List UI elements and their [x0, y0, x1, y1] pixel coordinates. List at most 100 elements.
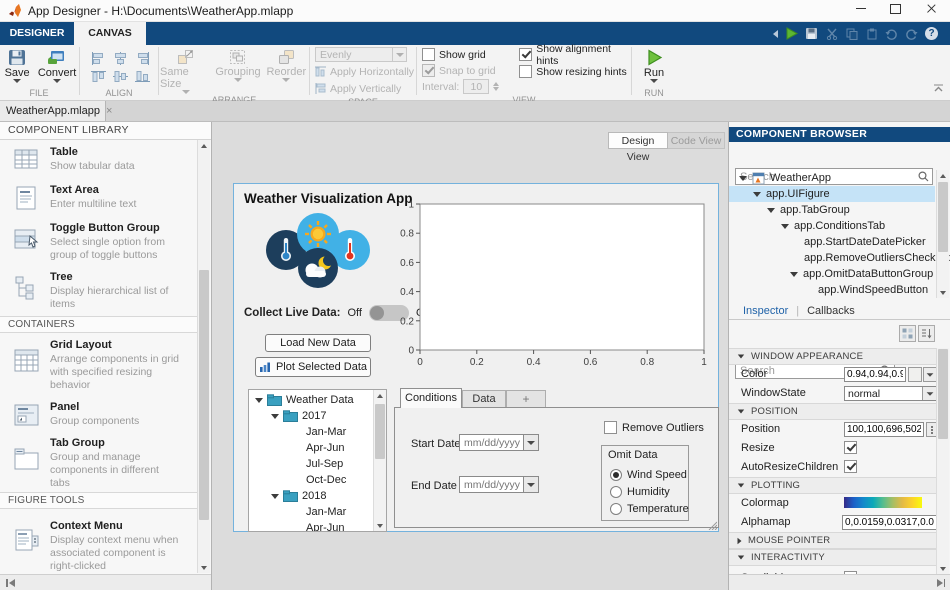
- tree-leaf[interactable]: Jan-Mar: [249, 504, 374, 520]
- align-right-button[interactable]: [131, 50, 153, 66]
- inspector-scrollbar[interactable]: [936, 348, 949, 574]
- radio-button[interactable]: [610, 469, 622, 481]
- maximize-button[interactable]: [878, 0, 912, 17]
- uiaxes[interactable]: 1 0.8 0.6 0.4 0.2 0 0 0.2 0.4 0.6 0.8 1: [400, 198, 718, 370]
- remove-outliers-checkbox[interactable]: [604, 421, 617, 434]
- tab-canvas[interactable]: CANVAS: [74, 22, 146, 45]
- library-item-toggle-button-group[interactable]: Toggle Button Group Select single option…: [0, 222, 196, 262]
- tree-expand-icon[interactable]: [255, 397, 263, 403]
- document-tab[interactable]: WeatherApp.mlapp ×: [0, 101, 112, 121]
- tree-item-conditionstab[interactable]: app.ConditionsTab: [729, 218, 935, 234]
- qat-paste-icon[interactable]: [863, 25, 880, 42]
- scroll-up-button[interactable]: [937, 170, 949, 181]
- scroll-up-button[interactable]: [198, 140, 210, 151]
- close-button[interactable]: [912, 0, 950, 17]
- show-resizing-hints-checkbox[interactable]: [519, 65, 533, 78]
- start-date-input[interactable]: [459, 434, 523, 451]
- library-item-text-area[interactable]: Text Area Enter multiline text: [0, 184, 196, 211]
- tree-scrollbar[interactable]: [373, 390, 386, 531]
- color-swatch[interactable]: [908, 367, 922, 382]
- tree-item-windspeedbutton[interactable]: app.WindSpeedButton: [729, 282, 935, 298]
- tree-expand-icon[interactable]: [790, 271, 798, 277]
- scroll-down-button[interactable]: [937, 287, 949, 298]
- apply-horizontally-button[interactable]: Apply Horizontally: [315, 64, 415, 79]
- load-new-data-button[interactable]: Load New Data: [265, 334, 371, 352]
- evenly-dropdown[interactable]: Evenly: [315, 47, 407, 62]
- tree-node-2017[interactable]: 2017: [249, 408, 374, 424]
- snap-to-grid-checkbox[interactable]: [422, 64, 435, 77]
- tree-leaf[interactable]: Jan-Mar: [249, 424, 374, 440]
- uifigure-canvas[interactable]: Weather Visualization App Collect Live D…: [233, 183, 719, 532]
- autoresizechildren-checkbox[interactable]: [844, 460, 857, 473]
- qat-undo-icon[interactable]: [883, 25, 900, 42]
- grouping-button[interactable]: Grouping: [215, 47, 261, 94]
- library-item-tab-group[interactable]: Tab Group Group and manage components in…: [0, 437, 196, 490]
- qat-expand-left-icon[interactable]: [770, 25, 780, 42]
- color-value-input[interactable]: [844, 367, 906, 382]
- start-date-dropdown-button[interactable]: [523, 434, 539, 451]
- omit-data-button-group[interactable]: Omit Data Wind Speed Humidity Temperatur…: [601, 445, 689, 521]
- windowstate-dropdown[interactable]: normal: [844, 386, 937, 401]
- align-middle-button[interactable]: [109, 69, 131, 85]
- end-date-picker[interactable]: [459, 476, 539, 493]
- minimize-button[interactable]: [844, 0, 878, 17]
- qat-save-button[interactable]: [803, 25, 820, 42]
- library-scrollbar[interactable]: [197, 140, 210, 573]
- tree-expand-icon[interactable]: [271, 413, 279, 419]
- tree-item-omitdatabuttongroup[interactable]: app.OmitDataButtonGroup: [729, 266, 935, 282]
- tab-data[interactable]: Data: [462, 390, 506, 408]
- same-size-button[interactable]: Same Size: [160, 47, 211, 94]
- convert-button[interactable]: Convert: [36, 47, 78, 87]
- scroll-up-button[interactable]: [374, 390, 386, 401]
- browser-tree-scrollbar[interactable]: [936, 170, 949, 298]
- tab-inspector[interactable]: Inspector: [743, 305, 788, 317]
- align-top-button[interactable]: [87, 69, 109, 85]
- design-view-button[interactable]: Design View: [608, 132, 668, 163]
- tree-item-startdatepicker[interactable]: app.StartDateDatePicker: [729, 234, 935, 250]
- radio-wind-speed[interactable]: Wind Speed: [610, 469, 687, 481]
- weather-image[interactable]: [262, 210, 374, 290]
- tree-node-2018[interactable]: 2018: [249, 488, 374, 504]
- end-date-dropdown-button[interactable]: [523, 476, 539, 493]
- library-item-grid-layout[interactable]: Grid Layout Arrange components in grid w…: [0, 339, 196, 392]
- align-center-button[interactable]: [109, 50, 131, 66]
- library-collapse-bar[interactable]: [0, 574, 211, 590]
- show-alignment-hints-checkbox[interactable]: [519, 48, 533, 61]
- code-view-button[interactable]: Code View: [668, 132, 725, 149]
- tab-callbacks[interactable]: Callbacks: [807, 305, 855, 317]
- weather-data-tree[interactable]: Weather Data 2017 Jan-Mar Apr-Jun Jul-Se…: [248, 389, 387, 532]
- end-date-input[interactable]: [459, 476, 523, 493]
- radio-button[interactable]: [610, 486, 622, 498]
- tree-expand-icon[interactable]: [271, 493, 279, 499]
- interval-stepper[interactable]: [493, 82, 500, 91]
- interval-input[interactable]: [463, 79, 490, 94]
- scroll-down-button[interactable]: [198, 562, 210, 573]
- qat-cut-icon[interactable]: [823, 25, 840, 42]
- align-left-button[interactable]: [87, 50, 109, 66]
- save-button[interactable]: Save: [0, 47, 34, 87]
- tab-designer[interactable]: DESIGNER: [0, 22, 74, 45]
- section-position[interactable]: POSITION: [729, 403, 938, 420]
- library-item-table[interactable]: Table Show tabular data: [0, 146, 196, 173]
- section-window-appearance[interactable]: WINDOW APPEARANCE: [729, 348, 938, 365]
- color-dropdown-button[interactable]: [923, 367, 937, 382]
- tab-conditions[interactable]: Conditions: [400, 388, 462, 408]
- sort-az-button[interactable]: [918, 325, 935, 342]
- qat-run-button[interactable]: [783, 25, 800, 42]
- radio-humidity[interactable]: Humidity: [610, 486, 670, 498]
- tree-leaf[interactable]: Oct-Dec: [249, 472, 374, 488]
- section-interactivity[interactable]: INTERACTIVITY: [729, 549, 938, 566]
- scrollbar-thumb[interactable]: [199, 270, 209, 520]
- plot-selected-data-button[interactable]: Plot Selected Data: [255, 357, 371, 377]
- resize-checkbox[interactable]: [844, 441, 857, 454]
- show-grid-checkbox[interactable]: [422, 48, 435, 61]
- library-item-panel[interactable]: Panel Group components: [0, 401, 196, 428]
- alphamap-value-input[interactable]: [842, 515, 937, 530]
- position-value-input[interactable]: [844, 422, 924, 437]
- section-mouse-pointer[interactable]: MOUSE POINTER: [729, 532, 938, 549]
- tree-node-root[interactable]: Weather Data: [249, 392, 374, 408]
- section-plotting[interactable]: PLOTTING: [729, 477, 938, 494]
- category-view-button[interactable]: [899, 325, 916, 342]
- apply-vertically-button[interactable]: Apply Vertically: [315, 81, 415, 96]
- tree-expand-icon[interactable]: [739, 175, 747, 181]
